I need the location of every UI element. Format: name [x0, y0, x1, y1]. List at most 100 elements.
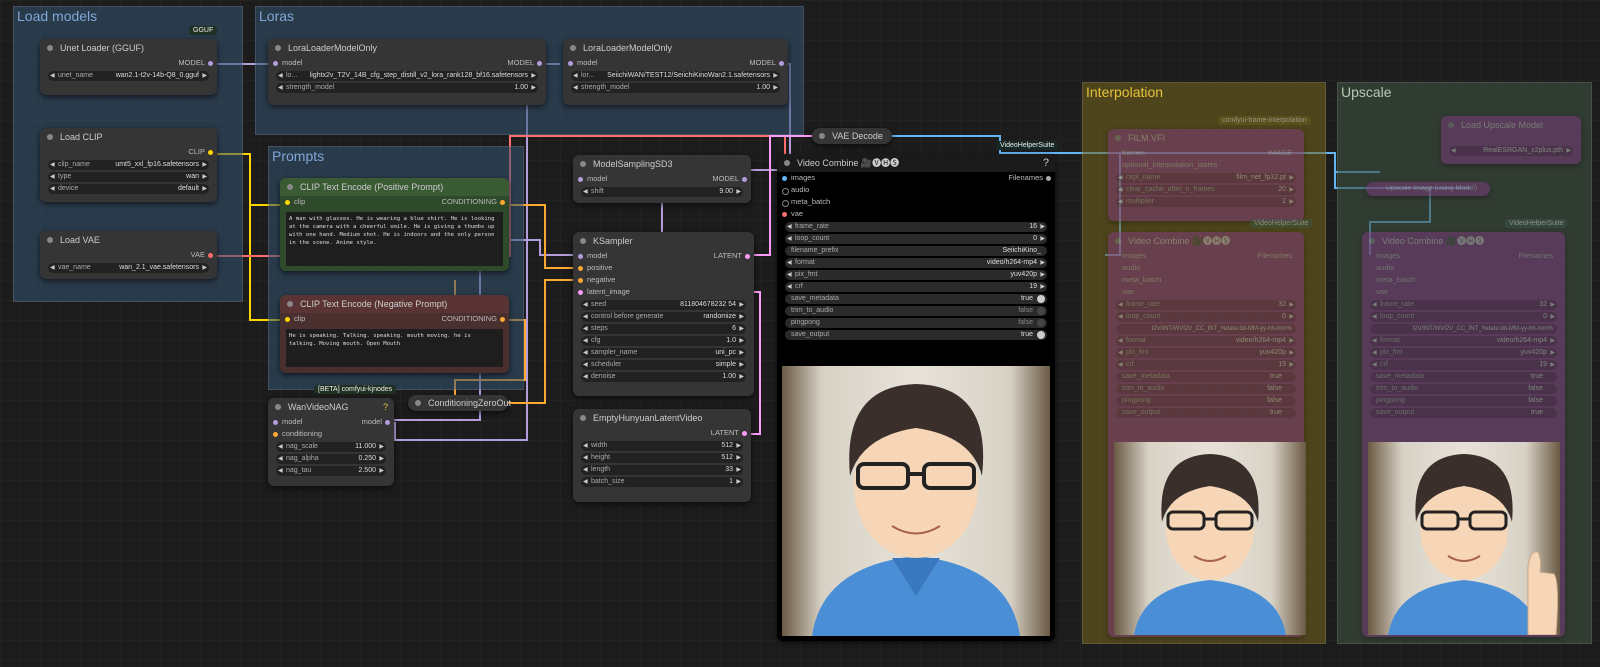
output-socket[interactable]	[742, 176, 747, 182]
node-wan-video-nag[interactable]: WanVideoNAG? model model conditioning nag…	[268, 398, 394, 486]
widget-control-before-generate[interactable]: control before generaterandomize	[581, 312, 746, 322]
widget-batch-size[interactable]: batch_size1	[581, 477, 743, 487]
video-preview-interpolated[interactable]	[1114, 442, 1306, 635]
widget-lora-name[interactable]: lo...lightx2v_T2V_14B_cfg_step_distill_v…	[276, 71, 538, 81]
widget-filename-prefix[interactable]: filename_prefix SeiichiKino_	[785, 246, 1047, 256]
video-preview[interactable]	[782, 366, 1050, 636]
node-upscale-image-using-model[interactable]: Upscale Image (using Model)	[1366, 182, 1490, 196]
widget-frame-rate[interactable]: frame_rate32	[1370, 300, 1557, 310]
collapse-dot-icon[interactable]	[47, 134, 53, 140]
widget-strength-model[interactable]: strength_model1.00	[571, 83, 780, 93]
widget-crf[interactable]: crf19	[1370, 360, 1557, 370]
node-film-vfi[interactable]: FILM VFI frames IMAGE optional_interpolat…	[1108, 129, 1304, 221]
collapse-dot-icon[interactable]	[570, 45, 576, 51]
widget-strength-model[interactable]: strength_model1.00	[276, 83, 538, 93]
widget-lora-name[interactable]: lor...SeiichiWAN/TEST12/SeiichiKinoWan2.…	[571, 71, 780, 81]
widget-steps[interactable]: steps6	[581, 324, 746, 334]
input-socket[interactable]	[285, 199, 290, 205]
widget-sampler-name[interactable]: sampler_nameuni_pc	[581, 348, 746, 358]
node-load-vae[interactable]: Load VAE VAE vae_namewan_2.1_vae.safeten…	[40, 231, 217, 279]
widget-seed[interactable]: seed811804678232 54	[581, 300, 746, 310]
collapse-dot-icon[interactable]	[580, 238, 586, 244]
widget-vae-name[interactable]: vae_namewan_2.1_vae.safetensors	[48, 263, 209, 273]
toggle-pingpong[interactable]: pingpong false	[1370, 396, 1557, 406]
collapse-dot-icon[interactable]	[1115, 135, 1121, 141]
output-socket[interactable]	[742, 430, 747, 436]
widget-loop-count[interactable]: loop_count0	[785, 234, 1047, 244]
input-socket[interactable]	[273, 419, 278, 425]
toggle-save-metadata[interactable]: save_metadata true	[785, 294, 1047, 304]
node-lora-loader-2[interactable]: LoraLoaderModelOnly model MODEL lor...Sei…	[563, 39, 788, 105]
widget-loop-count[interactable]: loop_count0	[1116, 312, 1296, 322]
widget-format[interactable]: formatvideo/h264-mp4	[785, 258, 1047, 268]
widget-scheduler[interactable]: schedulersimple	[581, 360, 746, 370]
collapse-dot-icon[interactable]	[275, 45, 281, 51]
node-ksampler[interactable]: KSampler model LATENT positive negative l…	[573, 232, 754, 396]
widget-multiplier[interactable]: multiplier2	[1116, 197, 1296, 207]
help-icon[interactable]: ?	[1043, 154, 1049, 172]
widget-cfg[interactable]: cfg1.0	[581, 336, 746, 346]
input-socket[interactable]	[273, 431, 278, 437]
output-socket[interactable]	[1046, 175, 1051, 181]
widget-device[interactable]: devicedefault	[48, 184, 209, 194]
node-model-sampling-sd3[interactable]: ModelSamplingSD3 model MODEL shift9.00	[573, 155, 751, 203]
toggle-save-metadata[interactable]: save_metadata true	[1370, 372, 1557, 382]
widget-unet-name[interactable]: unet_namewan2.1-t2v-14b-Q8_0.gguf	[48, 71, 209, 81]
input-socket[interactable]	[273, 60, 278, 66]
collapse-dot-icon[interactable]	[580, 415, 586, 421]
widget-denoise[interactable]: denoise1.00	[581, 372, 746, 382]
output-socket[interactable]	[500, 316, 505, 322]
widget-nag-tau[interactable]: nag_tau2.500	[276, 466, 386, 476]
collapse-dot-icon[interactable]	[784, 160, 790, 166]
widget-length[interactable]: length33	[581, 465, 743, 475]
widget-nag-scale[interactable]: nag_scale11.000	[276, 442, 386, 452]
video-preview-upscaled[interactable]	[1368, 442, 1560, 635]
output-socket[interactable]	[537, 60, 542, 66]
collapse-dot-icon[interactable]	[275, 404, 281, 410]
widget-shift[interactable]: shift9.00	[581, 187, 743, 197]
widget-width[interactable]: width512	[581, 441, 743, 451]
widget-type[interactable]: typewan	[48, 172, 209, 182]
widget-clear-cache[interactable]: clear_cache_after_n_frames20	[1116, 185, 1296, 195]
output-socket[interactable]	[745, 253, 750, 259]
toggle-trim-to-audio[interactable]: trim_to_audio false	[1116, 384, 1296, 394]
node-load-clip[interactable]: Load CLIP CLIP clip_nameumt5_xxl_fp16.sa…	[40, 128, 217, 202]
collapse-dot-icon[interactable]	[1369, 238, 1375, 244]
node-empty-hunyuan-latent-video[interactable]: EmptyHunyuanLatentVideo LATENT width512 …	[573, 409, 751, 502]
widget-pix-fmt[interactable]: pix_fmtyuv420p	[1116, 348, 1296, 358]
widget-filename-prefix[interactable]: filename_prefixI2V/INT/WVI2V_CC_INT_%dat…	[1370, 324, 1557, 334]
toggle-save-output[interactable]: save_output true	[1370, 408, 1557, 418]
node-load-upscale-model[interactable]: Load Upscale Model model_nameRealESRGAN_…	[1441, 116, 1581, 164]
widget-crf[interactable]: crf19	[785, 282, 1047, 292]
toggle-save-output[interactable]: save_output true	[1116, 408, 1296, 418]
collapse-dot-icon[interactable]	[287, 184, 293, 190]
node-vae-decode[interactable]: VAE Decode	[812, 128, 892, 144]
input-socket[interactable]	[578, 289, 583, 295]
node-lora-loader-1[interactable]: LoraLoaderModelOnly model MODEL lo...ligh…	[268, 39, 546, 105]
output-socket[interactable]	[208, 60, 213, 66]
collapse-dot-icon[interactable]	[287, 301, 293, 307]
node-clip-text-encode-negative[interactable]: CLIP Text Encode (Negative Prompt) clip C…	[280, 295, 509, 373]
toggle-save-metadata[interactable]: save_metadata true	[1116, 372, 1296, 382]
collapse-dot-icon[interactable]	[415, 400, 421, 406]
toggle-trim-to-audio[interactable]: trim_to_audio false	[785, 306, 1047, 316]
help-icon[interactable]: ?	[383, 398, 388, 416]
toggle-pingpong[interactable]: pingpong false	[1116, 396, 1296, 406]
widget-pix-fmt[interactable]: pix_fmtyuv420p	[785, 270, 1047, 280]
input-socket[interactable]	[578, 265, 583, 271]
widget-ckpt-name[interactable]: ckpt_namefilm_net_fp32.pt	[1116, 173, 1296, 183]
input-socket[interactable]	[782, 211, 787, 217]
collapse-dot-icon[interactable]	[1115, 238, 1121, 244]
output-socket[interactable]	[779, 60, 784, 66]
collapse-dot-icon[interactable]	[580, 161, 586, 167]
widget-crf[interactable]: crf19	[1116, 360, 1296, 370]
toggle-save-output[interactable]: save_output true	[785, 330, 1047, 340]
input-socket[interactable]	[578, 277, 583, 283]
widget-model-name[interactable]: model_nameRealESRGAN_x2plus.pth	[1449, 146, 1573, 156]
collapse-dot-icon[interactable]	[1448, 122, 1454, 128]
output-socket[interactable]	[208, 252, 213, 258]
input-socket[interactable]	[782, 187, 789, 195]
node-unet-loader[interactable]: Unet Loader (GGUF) MODEL unet_namewan2.1…	[40, 39, 217, 95]
widget-format[interactable]: formatvideo/h264-mp4	[1370, 336, 1557, 346]
widget-nag-alpha[interactable]: nag_alpha0.250	[276, 454, 386, 464]
